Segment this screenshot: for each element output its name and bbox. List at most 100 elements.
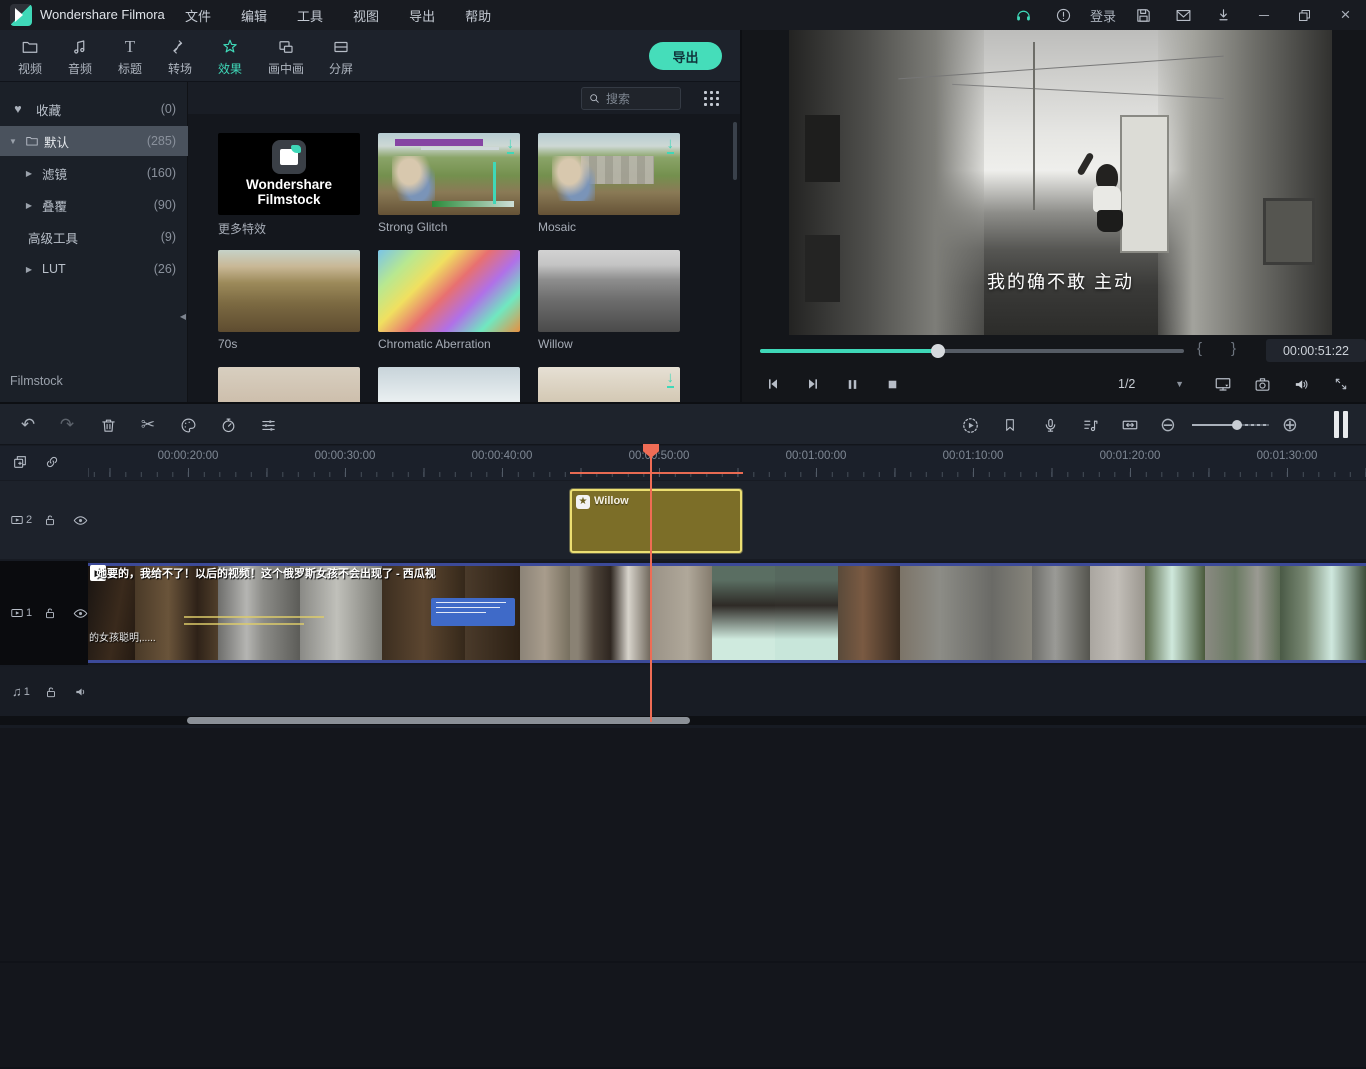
sidebar-item-lut[interactable]: ▶ LUT (26) (0, 254, 188, 284)
color-palette-button[interactable] (176, 413, 200, 437)
adjust-sliders-button[interactable] (256, 413, 280, 437)
mail-icon[interactable] (1163, 0, 1203, 30)
pause-button[interactable] (841, 373, 863, 395)
eye-icon[interactable] (73, 606, 88, 621)
effect-card-partial[interactable] (378, 367, 520, 402)
delete-button[interactable] (96, 413, 120, 437)
caret-right-icon: ▶ (22, 265, 36, 274)
audio-track-1-header: ♫ 1 (0, 667, 88, 716)
timeline-hscrollbar[interactable] (0, 716, 1366, 725)
effect-card-chromatic-aberration[interactable]: Chromatic Aberration (378, 250, 520, 351)
volume-icon[interactable] (1290, 373, 1312, 395)
effect-card-partial[interactable]: ↓ (538, 367, 680, 402)
effect-clip-willow[interactable]: ★ Willow (570, 489, 742, 553)
duplicate-button[interactable] (8, 450, 32, 474)
marker-button[interactable] (998, 413, 1022, 437)
zoom-in-button[interactable]: ⊕ (1278, 413, 1302, 437)
split-scissors-button[interactable]: ✂ (136, 413, 160, 437)
folder-icon (7, 36, 53, 58)
render-preview-button[interactable] (958, 413, 982, 437)
speed-timer-button[interactable] (216, 413, 240, 437)
timeline-pause-bars-icon[interactable] (1334, 411, 1350, 438)
audio-track-1[interactable]: ♫ 1 (0, 667, 1366, 716)
effect-card-strong-glitch[interactable]: ↓ Strong Glitch (378, 133, 520, 234)
search-input[interactable] (606, 92, 668, 106)
second-screen-icon[interactable] (1212, 373, 1234, 395)
search-box[interactable] (581, 87, 681, 110)
redo-button[interactable]: ↷ (55, 413, 79, 437)
video-track-icon (10, 606, 24, 620)
mark-out-button[interactable]: } (1231, 340, 1236, 357)
lock-icon[interactable] (43, 606, 57, 620)
info-icon[interactable] (1043, 0, 1083, 30)
audio-mixer-button[interactable] (1078, 413, 1102, 437)
panel-collapse-icon[interactable]: ◀ (180, 312, 186, 321)
tab-pip[interactable]: 画中画 (258, 36, 314, 77)
mark-in-button[interactable]: { (1197, 340, 1202, 357)
export-button[interactable]: 导出 (649, 42, 722, 70)
sidebar-item-advanced-tools[interactable]: 高级工具 (9) (0, 222, 188, 252)
sidebar-item-favorites[interactable]: ♥ 收藏 (0) (0, 94, 188, 124)
heart-icon: ♥ (0, 102, 36, 116)
menu-export[interactable]: 导出 (409, 6, 435, 25)
timeline-zoom-slider[interactable] (1192, 424, 1268, 426)
previous-frame-button[interactable] (762, 373, 784, 395)
effect-card-filmstock[interactable]: Wondershare Filmstock 更多特效 (218, 133, 360, 237)
tab-splitscreen[interactable]: 分屏 (318, 36, 364, 77)
fit-timeline-button[interactable] (1118, 413, 1142, 437)
login-button[interactable]: 登录 (1083, 0, 1123, 30)
tab-transitions[interactable]: 转场 (157, 36, 203, 77)
sidebar-item-overlays[interactable]: ▶ 叠覆 (90) (0, 190, 188, 220)
zoom-slider-handle[interactable] (1232, 420, 1242, 430)
lock-icon[interactable] (44, 685, 58, 699)
sidebar-filmstock-link[interactable]: Filmstock (10, 374, 63, 388)
link-button[interactable] (40, 450, 64, 474)
eye-icon[interactable] (73, 513, 88, 528)
stop-button[interactable] (881, 373, 903, 395)
filmstock-logo-icon (272, 140, 306, 174)
video-track-1-header: 1 (0, 561, 88, 665)
effect-card-mosaic[interactable]: ↓ Mosaic (538, 133, 680, 234)
tab-audio[interactable]: 音频 (57, 36, 103, 77)
menu-edit[interactable]: 编辑 (241, 6, 267, 25)
menu-help[interactable]: 帮助 (465, 6, 491, 25)
effect-card-70s[interactable]: 70s (218, 250, 360, 351)
media-tab-bar: 视频 音频 T 标题 转场 效果 画中画 分屏 导出 (0, 30, 740, 82)
snapshot-camera-icon[interactable] (1251, 373, 1273, 395)
menu-file[interactable]: 文件 (185, 6, 211, 25)
grid-view-icon[interactable] (704, 91, 707, 94)
sidebar-item-default[interactable]: ▼ 默认 (285) (0, 126, 188, 156)
menu-tools[interactable]: 工具 (297, 6, 323, 25)
tab-effects[interactable]: 效果 (207, 36, 253, 77)
download-icon[interactable] (1203, 0, 1243, 30)
sidebar-item-filters[interactable]: ▶ 滤镜 (160) (0, 158, 188, 188)
close-button[interactable]: × (1325, 0, 1366, 30)
preview-quality-dropdown[interactable]: 1/2 ▼ (1108, 371, 1194, 396)
lock-icon[interactable] (43, 513, 57, 527)
support-headset-icon[interactable] (1003, 0, 1043, 30)
play-button[interactable] (802, 373, 824, 395)
playhead-line[interactable] (650, 444, 652, 722)
zoom-out-button[interactable]: ⊖ (1156, 413, 1180, 437)
effect-card-willow[interactable]: Willow (538, 250, 680, 351)
pip-icon (258, 36, 314, 58)
seek-handle[interactable] (931, 344, 945, 358)
speaker-icon[interactable] (74, 685, 88, 699)
timeline-ruler[interactable]: 00:00:20:00 00:00:30:00 00:00:40:00 00:0… (0, 446, 1366, 480)
fullscreen-icon[interactable] (1330, 373, 1352, 395)
video-subtitle: 我的确不敢 主动 (789, 268, 1332, 294)
save-icon[interactable] (1123, 0, 1163, 30)
effect-card-partial[interactable] (218, 367, 360, 402)
voiceover-mic-button[interactable] (1038, 413, 1062, 437)
undo-button[interactable]: ↶ (16, 413, 40, 437)
star-icon (207, 36, 253, 58)
tab-titles[interactable]: T 标题 (107, 36, 153, 77)
tab-video[interactable]: 视频 (7, 36, 53, 77)
effects-scrollbar[interactable] (733, 122, 737, 180)
timeline-hscrollbar-thumb[interactable] (187, 717, 690, 724)
minimize-button[interactable] (1243, 0, 1284, 30)
effects-library-panel: Wondershare Filmstock 更多特效 ↓ Strong Glit… (188, 82, 740, 402)
restore-button[interactable] (1284, 0, 1325, 30)
menu-view[interactable]: 视图 (353, 6, 379, 25)
seek-bar[interactable] (760, 349, 1184, 353)
